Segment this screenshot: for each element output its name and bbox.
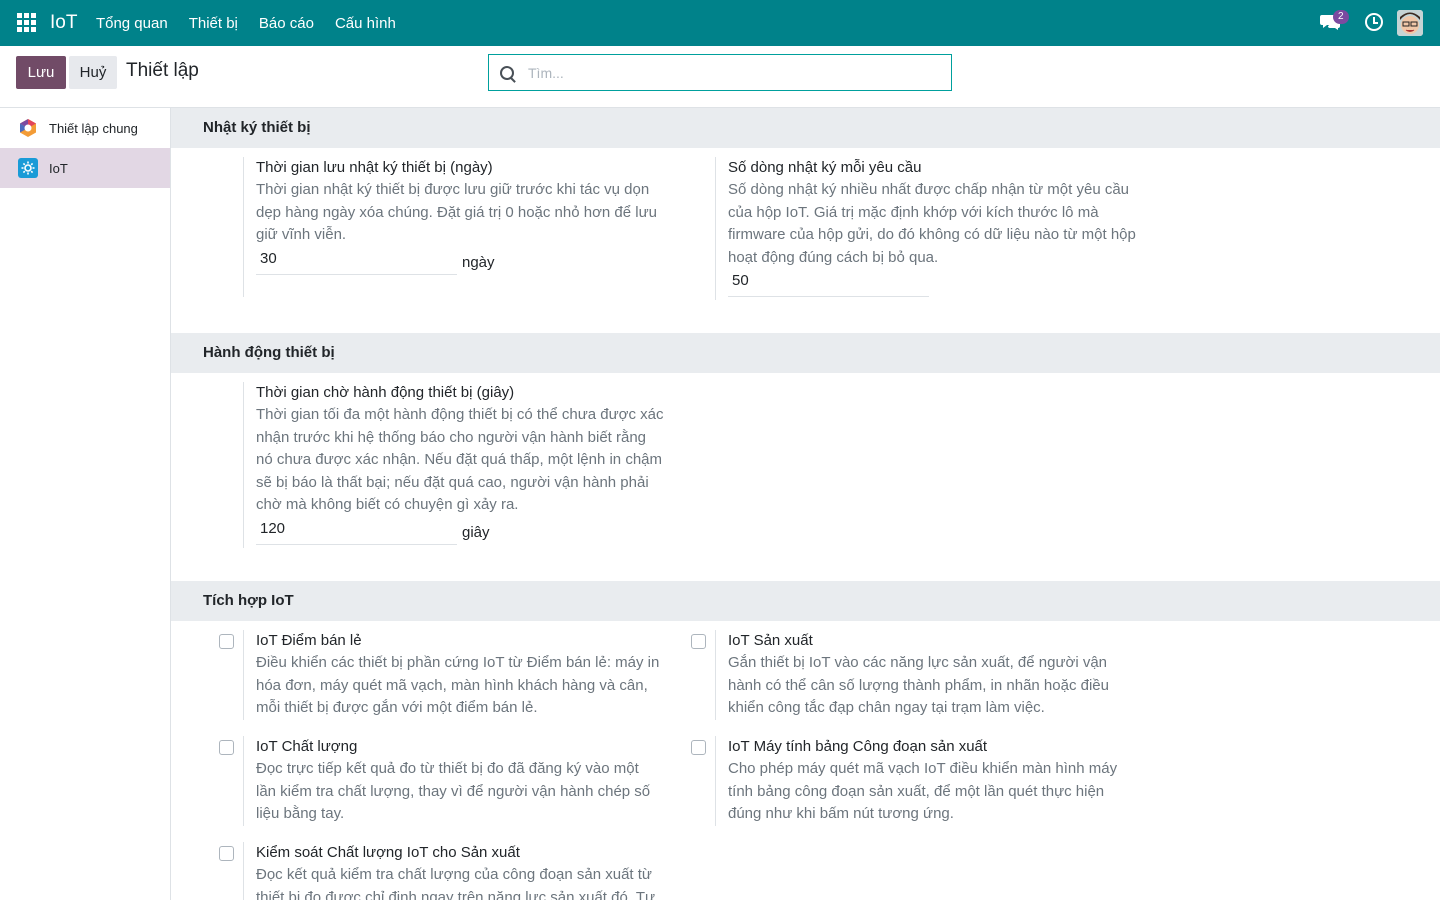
setting-divider	[715, 157, 716, 300]
menu-overview[interactable]: Tổng quan	[85, 15, 178, 32]
section-header-device-actions: Hành động thiết bị	[171, 333, 1440, 373]
apps-menu-icon[interactable]	[17, 13, 37, 33]
log-lines-input[interactable]: 50	[728, 271, 929, 297]
iot-pos-checkbox[interactable]	[219, 634, 234, 649]
setting-log-lines-per-request: Số dòng nhật ký mỗi yêu cầu Số dòng nhật…	[715, 157, 1158, 300]
unit-label: giây	[462, 523, 490, 541]
sidebar-item-general-settings[interactable]: Thiết lập chung	[0, 108, 170, 148]
setting-description: Số dòng nhật ký nhiều nhất được chấp nhậ…	[728, 181, 1136, 266]
page-title: Thiết lập	[126, 60, 199, 81]
iot-mrp-checkbox[interactable]	[691, 634, 706, 649]
setting-title: IoT Điểm bán lẻ	[256, 632, 362, 649]
settings-main: Nhật ký thiết bị Thời gian lưu nhật ký t…	[171, 108, 1440, 900]
top-navbar: IoT Tổng quan Thiết bị Báo cáo Cấu hình …	[0, 0, 1440, 46]
setting-description: Điều khiển các thiết bị phần cứng IoT từ…	[256, 654, 660, 716]
setting-title: Kiểm soát Chất lượng IoT cho Sản xuất	[256, 844, 520, 861]
odoo-logo-icon	[20, 119, 36, 137]
iot-quality-checkbox[interactable]	[219, 740, 234, 755]
setting-iot-workorder-tablet: IoT Máy tính bảng Công đoạn sản xuất Cho…	[691, 736, 1158, 826]
setting-divider	[243, 157, 244, 297]
control-panel: Lưu Huỷ Thiết lập	[0, 46, 1440, 108]
iot-workorder-checkbox[interactable]	[691, 740, 706, 755]
iot-quality-mrp-checkbox[interactable]	[219, 846, 234, 861]
menu-reports[interactable]: Báo cáo	[248, 15, 324, 32]
cancel-button[interactable]: Huỷ	[69, 56, 117, 89]
setting-divider	[243, 630, 244, 720]
setting-description: Gắn thiết bị IoT vào các năng lực sản xu…	[728, 654, 1109, 716]
sidebar-item-iot[interactable]: IoT	[0, 148, 170, 188]
setting-iot-quality: IoT Chất lượng Đọc trực tiếp kết quả đo …	[219, 736, 686, 826]
setting-iot-quality-mrp: Kiểm soát Chất lượng IoT cho Sản xuất Đọ…	[219, 842, 686, 900]
sidebar-item-label: IoT	[49, 160, 68, 176]
setting-iot-mrp: IoT Sản xuất Gắn thiết bị IoT vào các nă…	[691, 630, 1158, 720]
settings-sidebar: Thiết lập chung IoT	[0, 108, 171, 900]
setting-divider	[243, 382, 244, 548]
section-header-iot-integrations: Tích hợp IoT	[171, 581, 1440, 621]
setting-description: Cho phép máy quét mã vạch IoT điều khiển…	[728, 760, 1118, 822]
log-retention-input[interactable]: 30	[256, 249, 457, 275]
setting-divider	[243, 842, 244, 900]
setting-title: Số dòng nhật ký mỗi yêu cầu	[728, 159, 922, 176]
setting-description: Thời gian tối đa một hành động thiết bị …	[256, 406, 664, 513]
menu-devices[interactable]: Thiết bị	[178, 15, 248, 32]
setting-description: Đọc kết quả kiểm tra chất lượng của công…	[256, 866, 656, 900]
setting-action-timeout: Thời gian chờ hành động thiết bị (giây) …	[243, 382, 686, 548]
activity-clock-icon[interactable]	[1365, 13, 1383, 31]
setting-description: Đọc trực tiếp kết quả đo từ thiết bị đo …	[256, 760, 651, 822]
setting-title: IoT Chất lượng	[256, 738, 358, 755]
setting-description: Thời gian nhật ký thiết bị được lưu giữ …	[256, 181, 657, 243]
setting-divider	[715, 630, 716, 720]
setting-divider	[243, 736, 244, 826]
setting-title: IoT Sản xuất	[728, 632, 813, 649]
search-icon	[500, 65, 514, 80]
setting-iot-pos: IoT Điểm bán lẻ Điều khiển các thiết bị …	[219, 630, 686, 720]
setting-log-retention: Thời gian lưu nhật ký thiết bị (ngày) Th…	[243, 157, 686, 297]
menu-configuration[interactable]: Cấu hình	[324, 15, 406, 32]
section-header-device-logs: Nhật ký thiết bị	[171, 108, 1440, 148]
iot-gear-icon	[18, 158, 38, 178]
message-count-badge: 2	[1333, 10, 1349, 24]
setting-title: IoT Máy tính bảng Công đoạn sản xuất	[728, 738, 988, 755]
user-avatar[interactable]	[1397, 10, 1423, 36]
app-brand[interactable]: IoT	[50, 12, 77, 34]
action-timeout-input[interactable]: 120	[256, 519, 457, 545]
setting-divider	[715, 736, 716, 826]
setting-title: Thời gian lưu nhật ký thiết bị (ngày)	[256, 159, 493, 176]
setting-title: Thời gian chờ hành động thiết bị (giây)	[256, 384, 515, 401]
unit-label: ngày	[462, 253, 495, 271]
search-input[interactable]	[528, 64, 928, 81]
save-button[interactable]: Lưu	[16, 56, 66, 89]
sidebar-item-label: Thiết lập chung	[49, 120, 138, 136]
search-box[interactable]	[488, 54, 952, 91]
